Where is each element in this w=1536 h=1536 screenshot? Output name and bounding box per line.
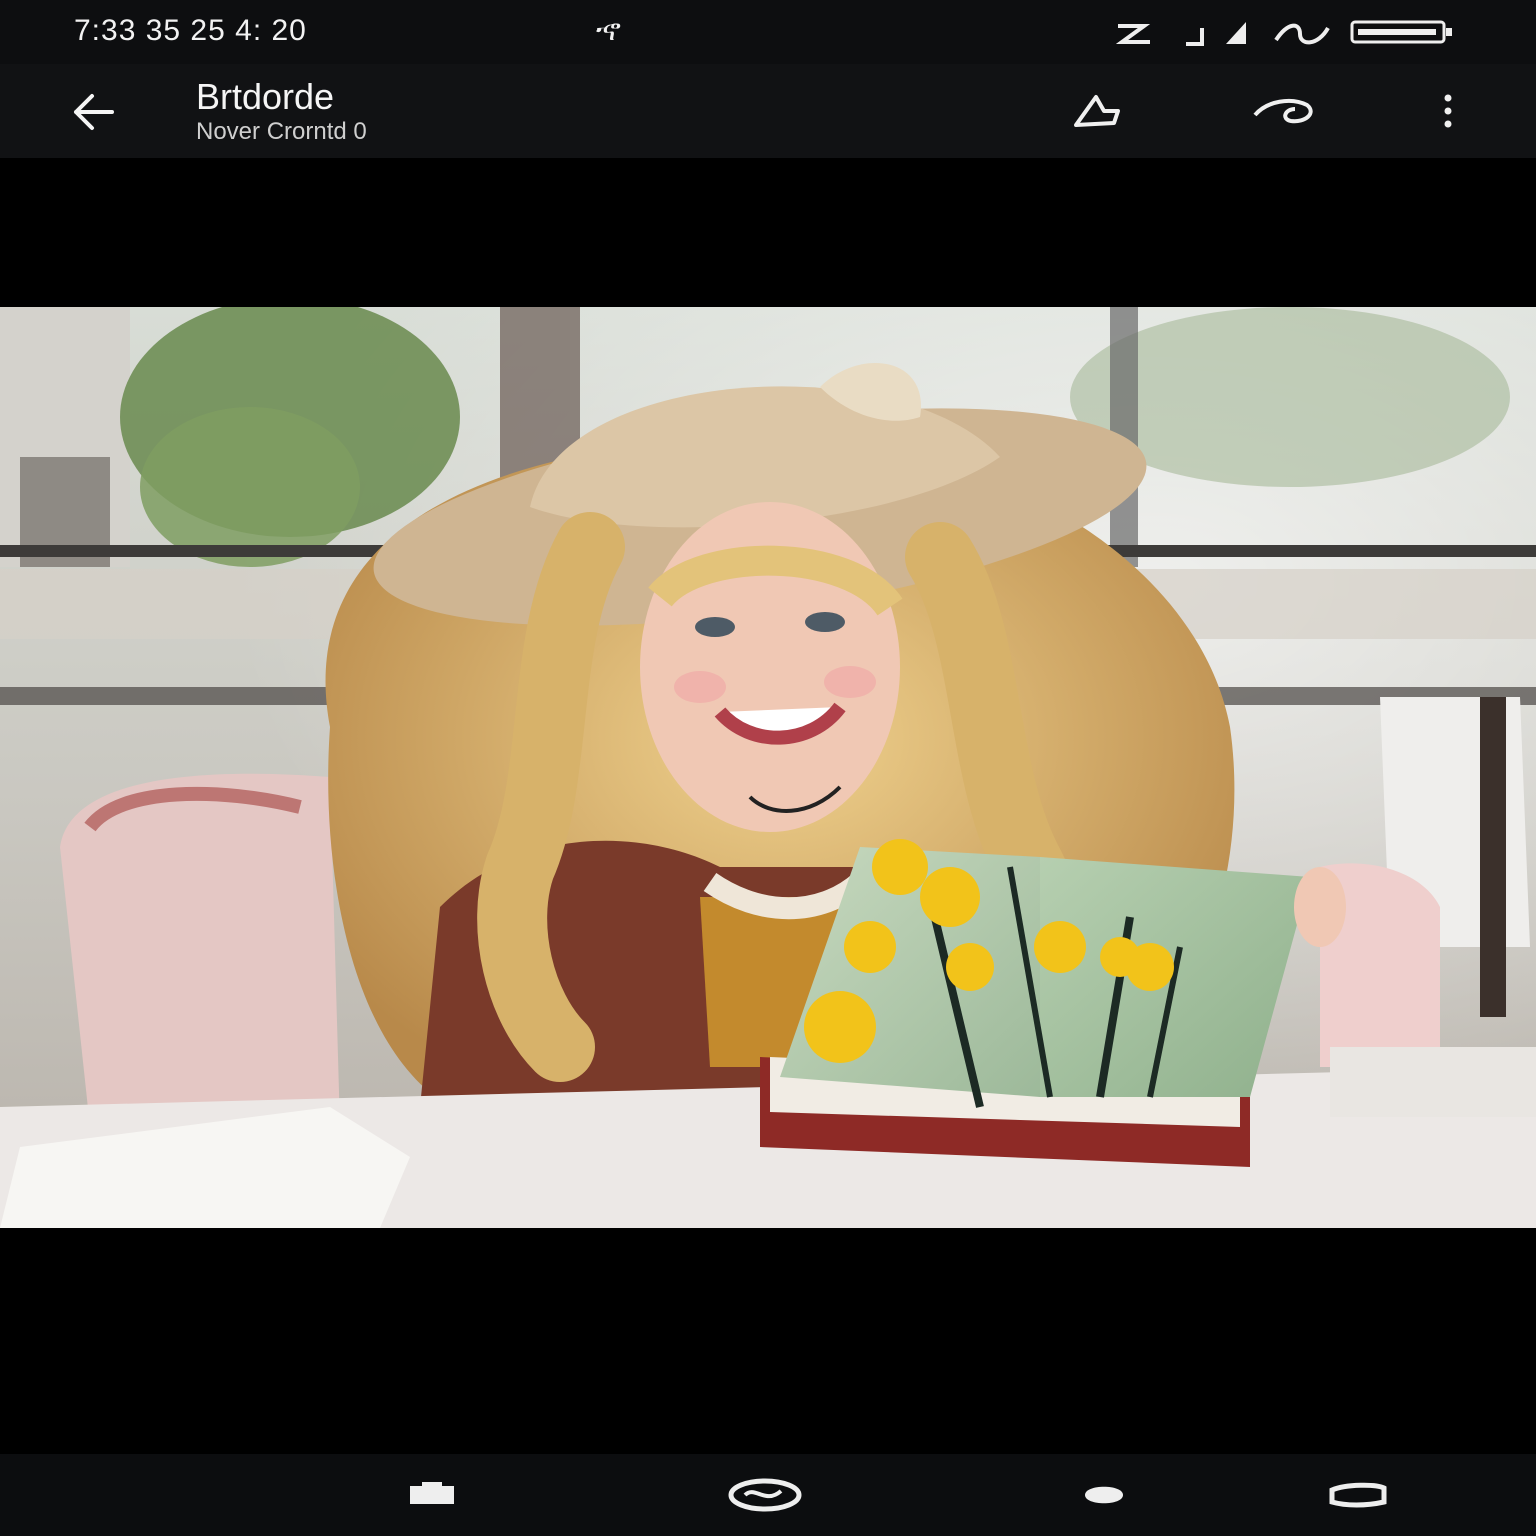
back-arrow-icon[interactable]	[62, 84, 126, 140]
battery-icon	[1350, 18, 1454, 51]
notification-indicator: ኆ	[596, 14, 622, 47]
status-bar: 7:33 35 25 4: 20 ኆ	[0, 0, 1536, 64]
status-time: 7:33 35 25 4: 20	[74, 14, 307, 47]
more-vert-icon[interactable]	[1430, 86, 1466, 136]
app-bar: Brtdorde Nover Crorntd 0	[0, 64, 1536, 159]
page-subtitle: Nover Crorntd 0	[196, 118, 367, 145]
page-title: Brtdorde	[196, 76, 335, 117]
edit-icon[interactable]	[1250, 86, 1322, 136]
keyboard-icon[interactable]	[1324, 1474, 1392, 1516]
wifi-icon	[1180, 18, 1210, 53]
home-icon[interactable]	[722, 1472, 808, 1518]
photo-illustration	[0, 307, 1536, 1228]
data-icon	[1270, 18, 1334, 53]
cellular-icon	[1222, 18, 1250, 53]
photo[interactable]	[0, 307, 1536, 1228]
back-nav-icon[interactable]	[1074, 1474, 1134, 1516]
signal-icon	[1114, 18, 1154, 53]
navigation-bar	[0, 1454, 1536, 1536]
share-icon[interactable]	[1066, 86, 1134, 136]
recents-icon[interactable]	[400, 1474, 464, 1516]
